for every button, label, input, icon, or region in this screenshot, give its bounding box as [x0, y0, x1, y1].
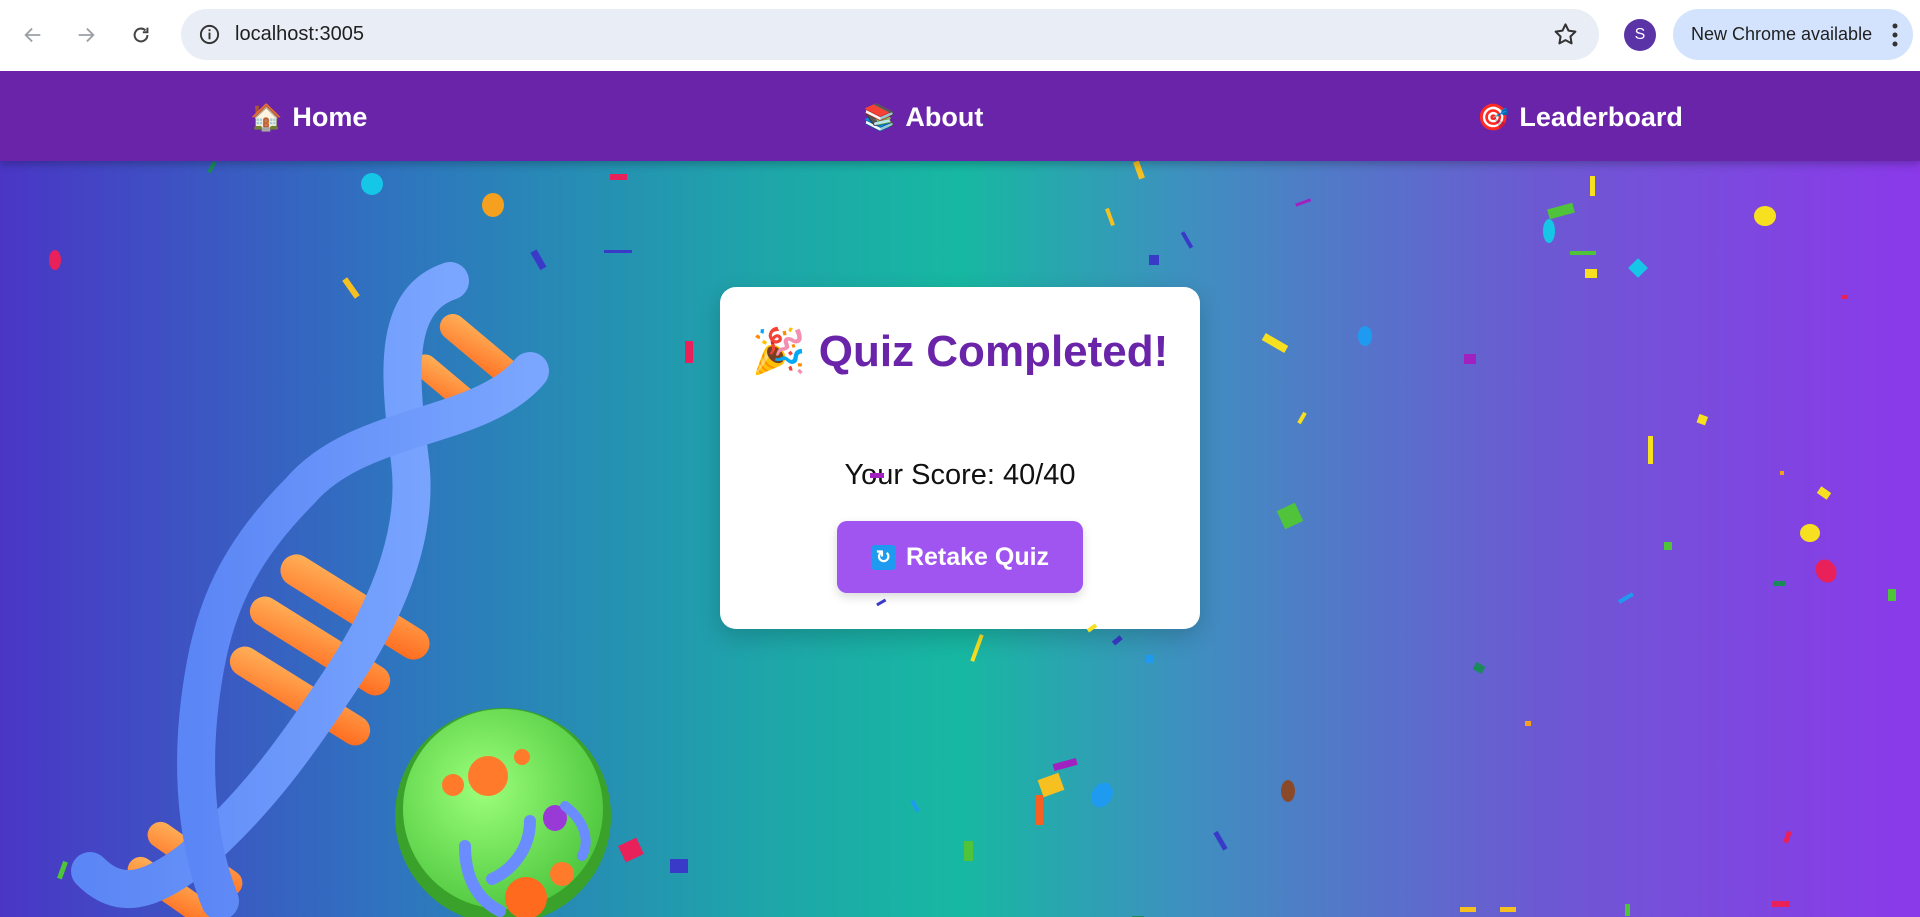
target-icon: 🎯	[1477, 101, 1510, 132]
reload-icon	[133, 27, 149, 43]
quiz-page: 🏠 Home 📚 About 🎯 Leaderboard 🎉 Quiz Comp…	[0, 71, 1920, 917]
main-nav: 🏠 Home 📚 About 🎯 Leaderboard	[0, 71, 1920, 161]
dna-cell-illustration	[71, 262, 611, 917]
back-arrow-icon	[24, 27, 41, 43]
more-menu-icon[interactable]	[1891, 22, 1899, 48]
nav-home[interactable]: 🏠 Home	[250, 97, 367, 137]
nav-leaderboard-label: Leaderboard	[1519, 101, 1683, 132]
nav-home-label: Home	[292, 101, 368, 132]
house-icon: 🏠	[250, 101, 283, 132]
site-info-icon[interactable]	[198, 23, 221, 46]
nav-about-label: About	[905, 101, 984, 132]
forward-button[interactable]	[68, 17, 104, 53]
address-bar[interactable]: localhost:3005	[181, 9, 1599, 60]
reload-button[interactable]	[123, 17, 159, 53]
books-icon: 📚	[863, 101, 896, 132]
browser-toolbar: localhost:3005 S New Chrome available	[0, 0, 1920, 71]
url-text[interactable]: localhost:3005	[235, 23, 364, 46]
party-popper-icon: 🎉	[751, 327, 807, 376]
chrome-update-button[interactable]: New Chrome available	[1673, 9, 1913, 60]
repeat-icon: ↻	[870, 544, 896, 570]
quiz-result-card: 🎉 Quiz Completed! Your Score: 40/40 ↻ Re…	[720, 287, 1200, 629]
back-button[interactable]	[15, 17, 51, 53]
profile-avatar[interactable]: S	[1624, 19, 1656, 51]
bookmark-star-icon[interactable]	[1552, 21, 1579, 48]
result-title: 🎉 Quiz Completed!	[720, 325, 1200, 379]
retake-quiz-button[interactable]: ↻ Retake Quiz	[837, 521, 1083, 593]
nav-about[interactable]: 📚 About	[863, 97, 983, 137]
update-label: New Chrome available	[1691, 24, 1873, 44]
retake-label: Retake Quiz	[905, 542, 1050, 571]
forward-arrow-icon	[78, 27, 95, 43]
nav-leaderboard[interactable]: 🎯 Leaderboard	[1477, 97, 1683, 137]
score-text: Your Score: 40/40	[844, 459, 1076, 491]
result-title-text: Quiz Completed!	[818, 327, 1169, 376]
